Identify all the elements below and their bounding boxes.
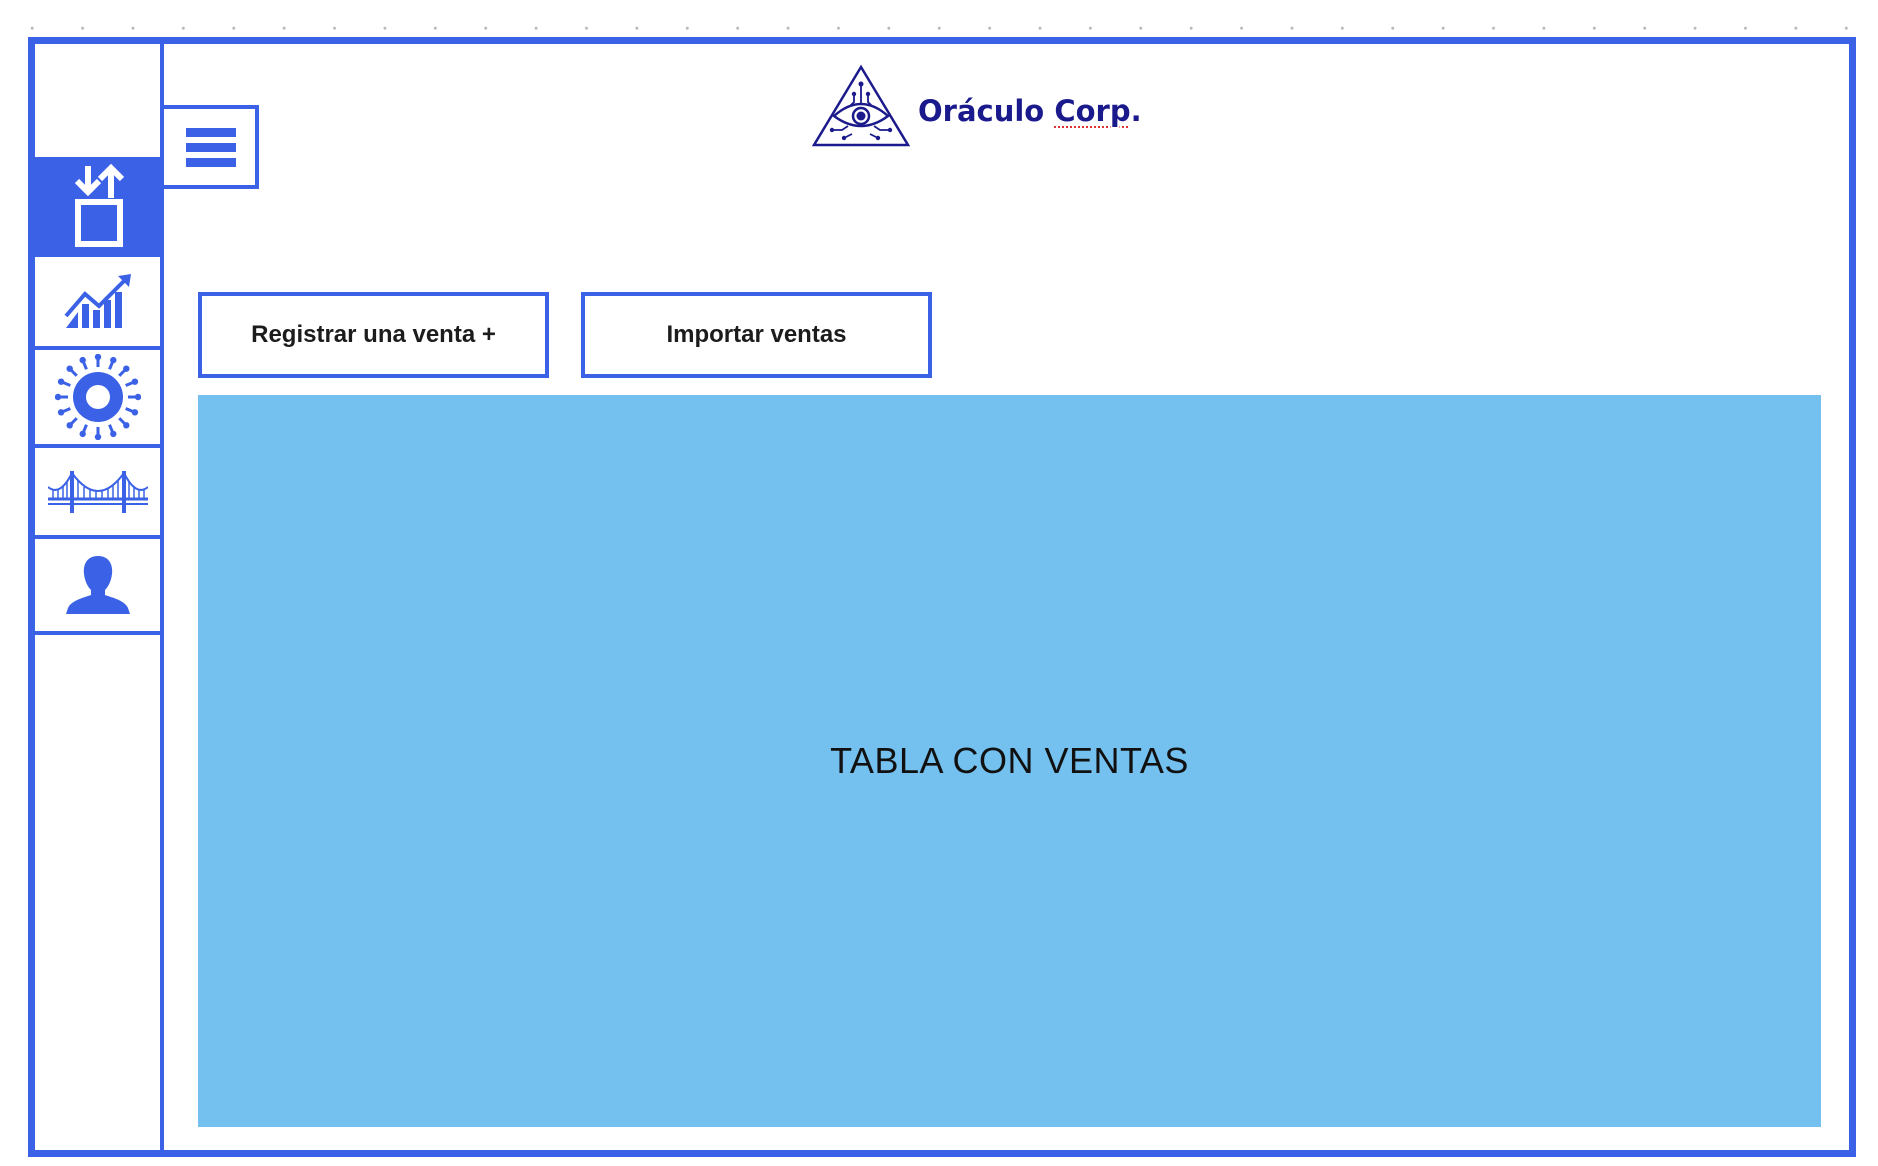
brand-logo: Oráculo Corp. <box>812 64 1142 148</box>
sales-table-placeholder: TABLA CON VENTAS <box>198 395 1821 1127</box>
app-window: Oráculo Corp. Registrar una venta + Impo… <box>28 37 1856 1157</box>
user-icon <box>65 556 130 614</box>
gear-icon <box>54 354 141 440</box>
hamburger-menu-icon-bar <box>186 143 236 152</box>
transfer-box-icon <box>74 163 124 247</box>
sidebar-item-integrations[interactable] <box>35 448 160 539</box>
register-sale-button[interactable]: Registrar una venta + <box>198 292 549 378</box>
menu-toggle-button[interactable] <box>160 105 259 189</box>
sidebar-item-profile[interactable] <box>35 539 160 635</box>
sales-table-label: TABLA CON VENTAS <box>830 740 1189 781</box>
brand-name: Oráculo Corp. <box>918 94 1142 128</box>
sidebar-header <box>35 44 160 161</box>
triangle-eye-logo-icon <box>812 64 910 147</box>
growth-chart-icon <box>63 273 131 328</box>
hamburger-menu-icon-bar <box>186 158 236 167</box>
bridge-icon <box>47 470 148 513</box>
sidebar <box>35 44 164 1150</box>
import-sales-button[interactable]: Importar ventas <box>581 292 932 378</box>
sidebar-item-settings[interactable] <box>35 350 160 448</box>
sidebar-item-transactions[interactable] <box>35 161 160 257</box>
hamburger-menu-icon <box>186 128 236 137</box>
sidebar-item-analytics[interactable] <box>35 257 160 350</box>
